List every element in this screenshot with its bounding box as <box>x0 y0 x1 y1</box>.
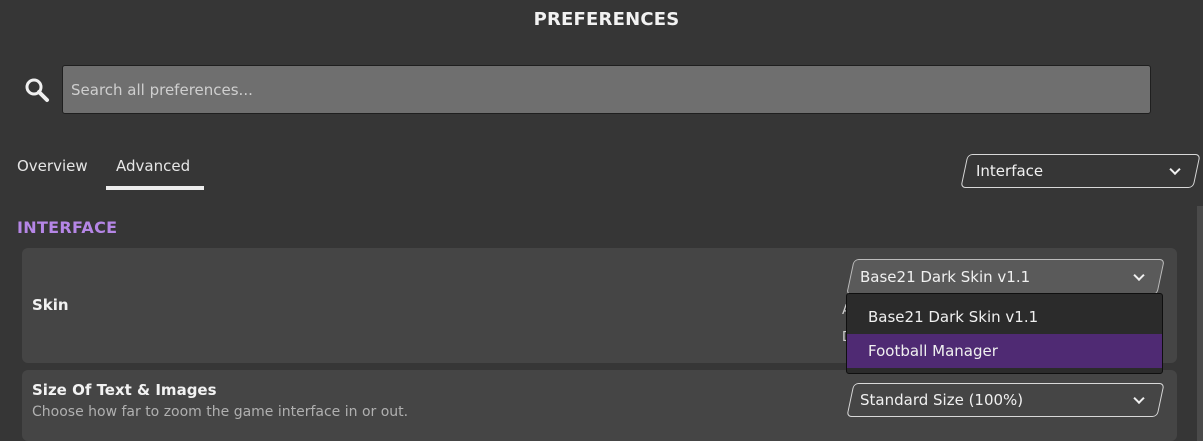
category-select-value: Interface <box>976 162 1044 180</box>
search-icon <box>25 78 49 102</box>
option-label: Football Manager <box>868 342 998 360</box>
search-input[interactable] <box>63 66 1150 113</box>
option-label: Base21 Dark Skin v1.1 <box>868 308 1039 326</box>
size-description: Choose how far to zoom the game interfac… <box>32 404 409 420</box>
skin-dropdown-menu: Base21 Dark Skin v1.1 Football Manager <box>846 293 1163 374</box>
chevron-down-icon <box>1133 392 1145 405</box>
chevron-down-icon <box>1169 163 1181 176</box>
skin-option-base21[interactable]: Base21 Dark Skin v1.1 <box>847 300 1162 334</box>
size-select[interactable]: Standard Size (100%) <box>850 383 1161 417</box>
category-select[interactable]: Interface <box>964 154 1197 188</box>
page-title: PREFERENCES <box>533 9 680 30</box>
tab-advanced[interactable]: Advanced <box>116 157 190 175</box>
search-box[interactable] <box>62 65 1151 114</box>
skin-option-football-manager[interactable]: Football Manager <box>847 334 1162 368</box>
section-heading: INTERFACE <box>17 218 118 237</box>
chevron-down-icon <box>1133 269 1145 282</box>
size-select-value: Standard Size (100%) <box>860 391 1024 409</box>
size-label: Size Of Text & Images <box>32 381 217 399</box>
active-tab-indicator <box>106 186 204 190</box>
tab-overview[interactable]: Overview <box>17 157 88 175</box>
skin-select[interactable]: Base21 Dark Skin v1.1 <box>850 259 1161 295</box>
skin-select-value: Base21 Dark Skin v1.1 <box>860 268 1031 286</box>
scrollbar[interactable] <box>1197 206 1203 441</box>
skin-label: Skin <box>32 296 69 314</box>
